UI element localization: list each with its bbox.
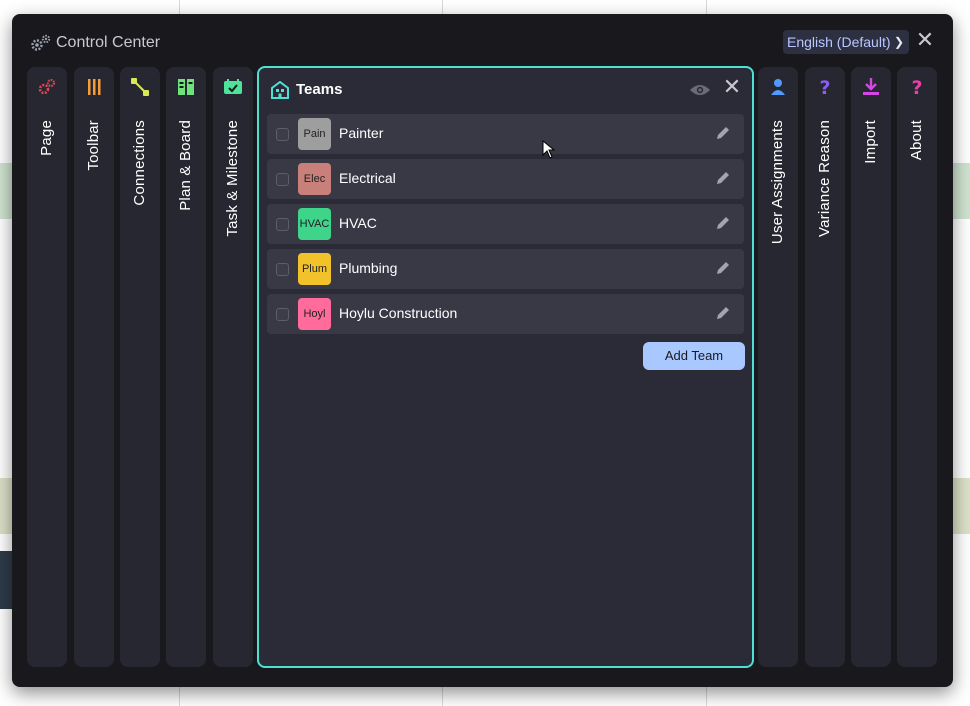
tab-variance-reason[interactable]: ? Variance Reason (805, 67, 845, 667)
team-checkbox[interactable] (276, 263, 289, 276)
question-icon: ? (911, 77, 922, 97)
team-row[interactable]: Plum Plumbing (267, 249, 744, 289)
teams-panel: Teams ✕ Pain Painter Elec Electrical HVA… (257, 66, 754, 668)
add-team-button[interactable]: Add Team (643, 342, 745, 370)
panel-title: Control Center (56, 34, 161, 51)
tab-connections[interactable]: Connections (120, 67, 160, 667)
language-select[interactable]: English (Default) ❯ (783, 30, 909, 54)
close-teams-button[interactable]: ✕ (722, 76, 742, 98)
download-icon (863, 78, 879, 95)
team-row[interactable]: Elec Electrical (267, 159, 744, 199)
tab-import[interactable]: Import (851, 67, 891, 667)
team-checkbox[interactable] (276, 218, 289, 231)
team-name: Hoylu Construction (339, 305, 458, 321)
team-checkbox[interactable] (276, 173, 289, 186)
tab-toolbar[interactable]: Toolbar (74, 67, 114, 667)
tab-label: Import (862, 120, 879, 164)
tab-plan-board[interactable]: Plan & Board (166, 67, 206, 667)
eye-icon[interactable] (689, 82, 711, 98)
panel-header: Control Center English (Default) ❯ ✕ (12, 14, 953, 66)
team-name: Electrical (339, 170, 396, 186)
tab-label: Variance Reason (816, 120, 833, 237)
team-checkbox[interactable] (276, 128, 289, 141)
team-name: Plumbing (339, 260, 398, 276)
background-card (953, 163, 970, 219)
language-select-value: English (Default) (787, 34, 891, 50)
tab-page[interactable]: Page (27, 67, 67, 667)
control-center-panel: Control Center English (Default) ❯ ✕ Pag… (12, 14, 953, 687)
tab-label: Plan & Board (177, 120, 194, 211)
team-color-swatch[interactable]: Pain (298, 118, 331, 150)
pencil-icon[interactable] (715, 305, 731, 321)
calendar-check-icon (224, 79, 242, 94)
team-name: HVAC (339, 215, 377, 231)
building-icon (271, 81, 289, 99)
background-card (0, 163, 12, 219)
tab-user-assignments[interactable]: User Assignments (758, 67, 798, 667)
pencil-icon[interactable] (715, 125, 731, 141)
user-icon (771, 79, 785, 95)
board-icon (178, 79, 194, 95)
tab-about[interactable]: ? About (897, 67, 937, 667)
team-row[interactable]: Hoyl Hoylu Construction (267, 294, 744, 334)
team-row[interactable]: Pain Painter (267, 114, 744, 154)
close-panel-button[interactable]: ✕ (914, 29, 936, 51)
team-row[interactable]: HVAC HVAC (267, 204, 744, 244)
team-name: Painter (339, 125, 384, 141)
gears-icon (38, 78, 56, 95)
svg-text:?: ? (819, 77, 830, 97)
chevron-down-icon: ❯ (893, 35, 904, 49)
background-card (0, 478, 12, 534)
team-color-swatch[interactable]: Elec (298, 163, 331, 195)
pencil-icon[interactable] (715, 260, 731, 276)
background-card (0, 551, 12, 609)
svg-text:?: ? (911, 77, 922, 97)
team-color-swatch[interactable]: HVAC (298, 208, 331, 240)
tab-label: User Assignments (769, 120, 786, 245)
background-card (953, 478, 970, 534)
gears-icon (31, 34, 51, 51)
tab-label: Task & Milestone (224, 120, 241, 237)
pencil-icon[interactable] (715, 170, 731, 186)
connections-icon (131, 78, 149, 96)
tab-task-milestone[interactable]: Task & Milestone (213, 67, 253, 667)
tab-label: Toolbar (85, 120, 102, 171)
pencils-icon (88, 79, 101, 95)
team-checkbox[interactable] (276, 308, 289, 321)
question-icon: ? (819, 77, 830, 97)
team-color-swatch[interactable]: Hoyl (298, 298, 331, 330)
teams-title: Teams (296, 81, 343, 98)
tab-label: Connections (131, 120, 148, 206)
mouse-cursor-icon (542, 140, 556, 159)
team-color-swatch[interactable]: Plum (298, 253, 331, 285)
tab-label: Page (38, 120, 55, 156)
tab-label: About (908, 120, 925, 161)
pencil-icon[interactable] (715, 215, 731, 231)
